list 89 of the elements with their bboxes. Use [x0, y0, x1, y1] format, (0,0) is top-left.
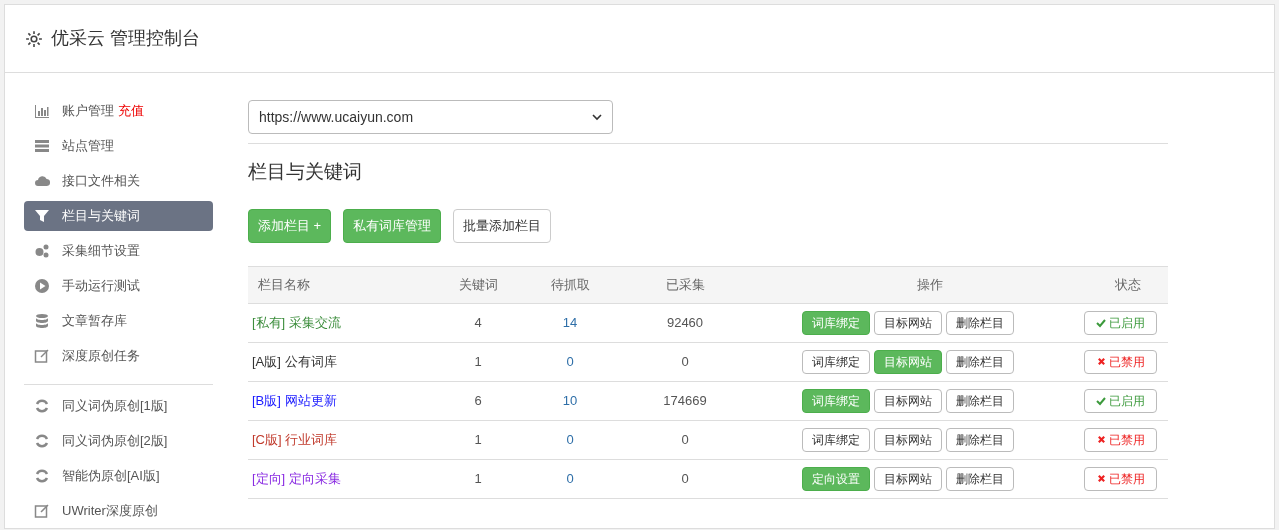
column-header: 栏目名称: [257, 275, 311, 294]
sidebar-label: 栏目与关键词: [62, 207, 140, 226]
table-cell-text: 14: [561, 313, 579, 332]
action-button[interactable]: 删除栏目: [946, 349, 1014, 374]
table-cell-text: 0: [680, 352, 690, 371]
table-cell-text: 1: [473, 469, 483, 488]
check-icon: [1096, 395, 1106, 406]
table-cell-text: 0: [565, 430, 575, 449]
sidebar-item[interactable]: 同义词伪原创[2版]: [24, 426, 213, 456]
category-name[interactable]: [B版] 网站更新: [248, 390, 448, 411]
caret-icon: [592, 112, 602, 122]
table-cell-text: 0: [680, 430, 690, 449]
status-button[interactable]: 已禁用: [1084, 466, 1157, 491]
sidebar-label: 智能伪原创[AI版]: [62, 467, 160, 486]
category-name[interactable]: [定向] 定向采集: [248, 468, 448, 489]
sidebar-label: 采集细节设置: [62, 242, 140, 261]
sidebar-label: 手动运行测试: [62, 277, 140, 296]
table-cell-text: 10: [561, 391, 579, 410]
table-cell-text: 4: [473, 313, 483, 332]
refresh-icon: [34, 398, 50, 414]
status-button[interactable]: 已启用: [1084, 310, 1157, 335]
sidebar-item[interactable]: UWriter深度原创: [24, 496, 213, 526]
edit-icon: [34, 503, 50, 519]
cross-icon: [1096, 357, 1106, 366]
sidebar-label: 站点管理: [62, 137, 114, 156]
sidebar-item[interactable]: 手动运行测试: [24, 271, 213, 301]
action-button[interactable]: 词库绑定: [802, 427, 870, 452]
action-button[interactable]: 目标网站: [874, 388, 942, 413]
site-select[interactable]: https://www.ucaiyun.com: [248, 100, 613, 134]
section-title: 栏目与关键词: [248, 160, 363, 184]
sidebar-item[interactable]: 同义词伪原创[1版]: [24, 391, 213, 421]
cross-icon: [1096, 474, 1106, 483]
database-icon: [34, 313, 50, 329]
toolbar-button[interactable]: 批量添加栏目: [453, 208, 552, 243]
table-cell-text: 174669: [662, 391, 708, 410]
action-button[interactable]: 词库绑定: [802, 349, 870, 374]
sidebar-item[interactable]: 站点管理: [24, 131, 213, 161]
table-cell-text: 1: [473, 352, 483, 371]
category-name[interactable]: [A版] 公有词库: [248, 351, 448, 372]
status-button[interactable]: 已启用: [1084, 388, 1157, 413]
category-name[interactable]: [C版] 行业词库: [248, 429, 448, 450]
sidebar-item[interactable]: 栏目与关键词: [24, 201, 213, 231]
sidebar-item[interactable]: 文章暂存库: [24, 306, 213, 336]
action-button[interactable]: 删除栏目: [946, 388, 1014, 413]
refresh-icon: [34, 433, 50, 449]
action-button[interactable]: 目标网站: [874, 427, 942, 452]
sidebar-item[interactable]: 采集细节设置: [24, 236, 213, 266]
action-button[interactable]: 目标网站: [874, 310, 942, 335]
table-cell-text: 0: [565, 352, 575, 371]
sidebar-label: 账户管理: [62, 102, 114, 121]
sidebar-item[interactable]: 智能伪原创[AI版]: [24, 461, 213, 491]
sidebar-item[interactable]: 接口文件相关: [24, 166, 213, 196]
category-name[interactable]: [私有] 采集交流: [248, 312, 448, 333]
column-header: 操作: [915, 275, 944, 294]
column-header: 已采集: [664, 275, 706, 294]
status-button[interactable]: 已禁用: [1084, 427, 1157, 452]
edit-icon: [34, 348, 50, 364]
sidebar-label: 深度原创任务: [62, 347, 140, 366]
settings-icon: [25, 29, 43, 48]
table-cell-text: 0: [565, 469, 575, 488]
play-icon: [34, 278, 50, 294]
action-button[interactable]: 删除栏目: [946, 466, 1014, 491]
action-button[interactable]: 删除栏目: [946, 427, 1014, 452]
action-button[interactable]: 删除栏目: [946, 310, 1014, 335]
cross-icon: [1096, 435, 1106, 444]
column-header: 关键词: [457, 275, 499, 294]
table-cell-text: 92460: [665, 313, 705, 332]
filter-icon: [34, 208, 50, 224]
bar-chart-icon: [34, 103, 50, 119]
status-button[interactable]: 已禁用: [1084, 349, 1157, 374]
column-header: 待抓取: [549, 275, 591, 294]
sidebar-label: 文章暂存库: [62, 312, 127, 331]
check-icon: [1096, 317, 1106, 328]
server-icon: [34, 138, 50, 154]
sidebar-label: 接口文件相关: [62, 172, 140, 191]
cloud-upload-icon: [34, 173, 50, 189]
table-cell-text: 0: [680, 469, 690, 488]
table-cell-text: 1: [473, 430, 483, 449]
column-header: 状态: [1113, 275, 1142, 294]
sidebar-label: UWriter深度原创: [62, 502, 158, 521]
sidebar-item[interactable]: 深度原创任务: [24, 341, 213, 371]
sidebar-label: 同义词伪原创[1版]: [62, 397, 168, 416]
console-title: 优采云 管理控制台: [51, 27, 200, 50]
recharge-link[interactable]: 充值: [118, 101, 144, 121]
action-button[interactable]: 目标网站: [874, 466, 942, 491]
table-cell-text: 6: [473, 391, 483, 410]
sidebar-label: 同义词伪原创[2版]: [62, 432, 168, 451]
sidebar-item[interactable]: 账户管理 充值: [24, 96, 213, 126]
refresh-icon: [34, 468, 50, 484]
